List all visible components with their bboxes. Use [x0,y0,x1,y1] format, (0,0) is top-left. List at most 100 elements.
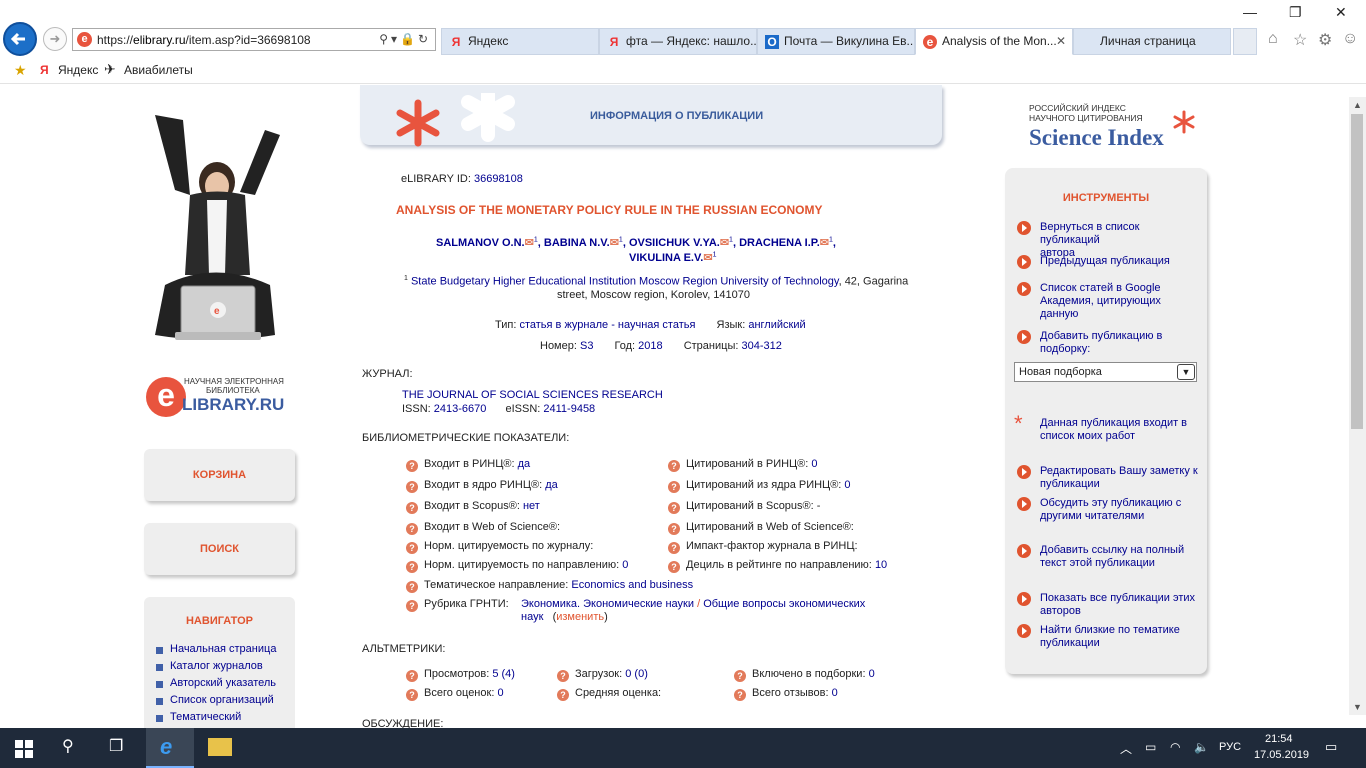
cart-button[interactable]: КОРЗИНА [144,449,295,501]
author-link[interactable]: OVSIICHUK V.YA. [629,237,720,249]
windows-taskbar: ⚲ ❐ e ︿ ▭ ◠ 🔈 РУС 21:54 17.05.2019 ▭ [0,728,1366,768]
close-window-icon[interactable]: ✕ [1335,4,1347,21]
author-link[interactable]: DRACHENA I.P. [739,237,820,249]
author-link[interactable]: VIKULINA E.V. [629,252,703,264]
collection-select[interactable]: Новая подборка ▼ [1014,362,1197,382]
help-icon[interactable]: ? [406,561,418,573]
add-favorite-icon[interactable]: ★ [14,62,27,79]
clock-date[interactable]: 17.05.2019 [1254,749,1309,761]
biblio-scopus: ? Входит в Scopus®: нет [406,500,540,514]
tool-my-works[interactable]: * Данная публикация входит в список моих р… [1014,413,1202,443]
notifications-icon[interactable]: ▭ [1325,739,1337,755]
file-explorer-icon[interactable] [208,738,232,756]
windows-start-icon[interactable] [15,740,33,758]
taskbar-ie-button[interactable]: e [146,728,194,768]
grnti-change-link[interactable]: изменить [556,611,604,623]
email-icon[interactable]: ✉ [820,237,829,249]
help-icon[interactable]: ? [406,502,418,514]
fav-yandex-link[interactable]: Яндекс [58,63,98,77]
back-button[interactable] [3,22,37,56]
tool-find-similar[interactable]: Найти близкие по тематике публикации [1017,624,1202,650]
scroll-down-icon[interactable]: ▼ [1349,699,1366,715]
alt-ratings: ? Всего оценок: 0 [406,687,504,701]
tab-mail[interactable]: О Почта — Викулина Ев... [757,28,915,55]
home-icon[interactable]: ⌂ [1268,30,1278,48]
smiley-feedback-icon[interactable]: ☺ [1342,30,1358,48]
help-icon[interactable]: ? [406,670,418,682]
restore-icon[interactable]: ❐ [1289,4,1302,21]
help-icon[interactable]: ? [406,689,418,701]
email-icon[interactable]: ✉ [703,252,712,264]
help-icon[interactable]: ? [557,670,569,682]
address-bar[interactable]: e https://elibrary.ru/item.asp?id=366981… [72,28,436,51]
publication-title: ANALYSIS OF THE MONETARY POLICY RULE IN … [396,203,823,217]
science-index-logo[interactable]: РОССИЙСКИЙ ИНДЕКС НАУЧНОГО ЦИТИРОВАНИЯ S… [1029,101,1204,153]
tray-chevron-icon[interactable]: ︿ [1120,740,1132,757]
nav-item-authors[interactable]: Авторский указатель [156,677,276,689]
input-language[interactable]: РУС [1219,741,1241,753]
nav-item-home[interactable]: Начальная страница [156,643,276,655]
battery-icon[interactable]: ▭ [1145,740,1156,754]
volume-icon[interactable]: 🔈 [1194,740,1209,754]
settings-gear-icon[interactable]: ⚙ [1318,30,1332,50]
alt-views: ? Просмотров: 5 (4) [406,668,515,682]
tab-elibrary[interactable]: e Analysis of the Mon... ✕ [915,28,1073,55]
help-icon[interactable]: ? [668,481,680,493]
help-icon[interactable]: ? [557,689,569,701]
tab-yandex-search[interactable]: Яфта — Яндекс: нашло... [599,28,757,55]
help-icon[interactable]: ? [406,600,418,612]
help-icon[interactable]: ? [734,670,746,682]
vertical-scrollbar[interactable]: ▲ ▼ [1349,97,1366,715]
tab-personal-page[interactable]: Личная страница [1073,28,1231,55]
close-tab-icon[interactable]: ✕ [1056,29,1066,54]
nav-item-journals[interactable]: Каталог журналов [156,660,263,672]
address-tools[interactable]: ⚲▾🔒↻ [379,32,431,46]
help-icon[interactable]: ? [734,689,746,701]
help-icon[interactable]: ? [406,460,418,472]
affiliation-link[interactable]: State Budgetary Higher Educational Insti… [411,276,839,288]
scroll-up-icon[interactable]: ▲ [1349,97,1366,113]
email-icon[interactable]: ✉ [610,237,619,249]
clock-time[interactable]: 21:54 [1265,733,1293,745]
tool-add-fulltext-link[interactable]: Добавить ссылку на полный текст этой публ… [1017,544,1202,570]
tool-discuss[interactable]: Обсудить эту публикацию с другими читател… [1017,497,1202,523]
wifi-icon[interactable]: ◠ [1170,740,1180,754]
help-icon[interactable]: ? [668,542,680,554]
task-view-icon[interactable]: ❐ [109,736,123,756]
tool-add-to-collection[interactable]: Добавить публикацию в подборку: [1017,330,1202,356]
search-icon[interactable]: ⚲ [62,736,74,756]
favorites-star-icon[interactable]: ☆ [1293,30,1307,50]
tab-yandex[interactable]: Я Яндекс [441,28,599,55]
fav-avia-link[interactable]: Авиабилеты [124,63,193,77]
elibrary-logo[interactable]: e НАУЧНАЯ ЭЛЕКТРОННАЯ БИБЛИОТЕКА LIBRARY… [146,375,296,420]
help-icon[interactable]: ? [668,460,680,472]
help-icon[interactable]: ? [668,523,680,535]
help-icon[interactable]: ? [668,502,680,514]
author-link[interactable]: BABINA N.V. [544,237,610,249]
nav-item-thematic[interactable]: Тематический [156,711,241,723]
help-icon[interactable]: ? [406,481,418,493]
tool-google-scholar[interactable]: Список статей в Google Академия, цитирующ… [1017,282,1202,321]
help-icon[interactable]: ? [406,581,418,593]
forward-button[interactable]: ➜ [43,27,67,51]
new-tab-button[interactable] [1233,28,1257,55]
biblio-grnti: ? Рубрика ГРНТИ: [406,598,509,612]
chevron-down-icon[interactable]: ▼ [1177,364,1195,380]
email-icon[interactable]: ✉ [525,237,534,249]
help-icon[interactable]: ? [406,542,418,554]
alt-average: ? Средняя оценка: [557,687,661,701]
email-icon[interactable]: ✉ [720,237,729,249]
journal-name-link[interactable]: THE JOURNAL OF SOCIAL SCIENCES RESEARCH [402,389,663,401]
tools-title: ИНСТРУМЕНТЫ [1062,192,1150,204]
author-link[interactable]: SALMANOV O.N. [436,237,525,249]
nav-item-organizations[interactable]: Список организаций [156,694,274,706]
help-icon[interactable]: ? [406,523,418,535]
tool-previous-publication[interactable]: Предыдущая публикация [1017,255,1202,269]
yandex-icon: Я [609,35,619,49]
minimize-icon[interactable]: — [1243,4,1257,20]
search-button[interactable]: ПОИСК [144,523,295,575]
tool-all-author-pubs[interactable]: Показать все публикации этих авторов [1017,592,1202,618]
scrollbar-thumb[interactable] [1351,114,1363,429]
help-icon[interactable]: ? [668,561,680,573]
tool-edit-note[interactable]: Редактировать Вашу заметку к публикации [1017,465,1202,491]
